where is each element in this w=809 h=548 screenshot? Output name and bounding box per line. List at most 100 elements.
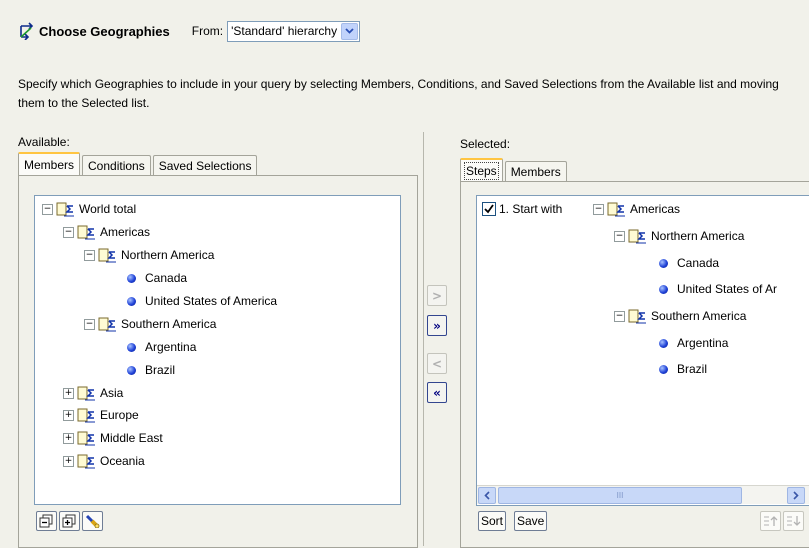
- move-up-button[interactable]: [760, 511, 781, 531]
- horizontal-scrollbar[interactable]: III: [477, 485, 809, 504]
- tab-selected-members-label: Members: [510, 165, 561, 179]
- dimension-member-icon: [77, 386, 95, 400]
- dimension-member-icon: [56, 202, 74, 216]
- leaf-bullet-icon: [127, 342, 136, 352]
- collapse-all-button[interactable]: [36, 511, 57, 531]
- leaf-bullet-icon: [127, 365, 136, 375]
- tab-steps[interactable]: Steps: [460, 158, 503, 182]
- tree-node-usa[interactable]: United States of America: [127, 292, 277, 310]
- tree-node-europe[interactable]: + Europe: [63, 406, 139, 424]
- tree-node-brazil[interactable]: Brazil: [127, 361, 175, 379]
- dimension-member-icon: [77, 408, 95, 422]
- collapse-toggle[interactable]: −: [593, 203, 604, 215]
- move-down-button[interactable]: [783, 511, 804, 531]
- expand-toggle[interactable]: +: [63, 409, 74, 421]
- selected-node-brazil[interactable]: Brazil: [659, 360, 707, 378]
- expand-all-icon: [62, 514, 76, 528]
- collapse-toggle[interactable]: −: [42, 203, 53, 215]
- dimension-member-icon: [77, 225, 95, 239]
- selected-tabs: Steps Members: [460, 158, 569, 182]
- step-checkbox[interactable]: [482, 202, 496, 216]
- expand-all-button[interactable]: [59, 511, 80, 531]
- scroll-right-button[interactable]: [787, 487, 805, 504]
- collapse-toggle[interactable]: −: [84, 249, 95, 261]
- selected-steps-list[interactable]: 1. Start with − Americas − Northern Amer…: [476, 195, 809, 506]
- scroll-left-button[interactable]: [478, 487, 496, 504]
- tree-node-label: Northern America: [121, 248, 215, 262]
- step-label: 1. Start with: [499, 202, 563, 216]
- selected-label: Selected:: [460, 137, 511, 151]
- tree-node-label: Argentina: [145, 340, 197, 354]
- collapse-toggle[interactable]: −: [614, 310, 625, 322]
- tab-members-label: Members: [24, 158, 75, 172]
- collapse-toggle[interactable]: −: [84, 318, 95, 330]
- check-icon: [484, 204, 494, 214]
- selected-node-southern-america[interactable]: − Southern America: [614, 307, 746, 325]
- add-all-button[interactable]: »: [427, 315, 447, 336]
- remove-button[interactable]: <: [427, 353, 447, 374]
- selected-node-canada[interactable]: Canada: [659, 254, 719, 272]
- move-down-icon: [787, 516, 801, 526]
- leaf-bullet-icon: [659, 364, 668, 374]
- hierarchy-select[interactable]: 'Standard' hierarchy: [227, 20, 361, 42]
- tree-node-southern-america[interactable]: − Southern America: [84, 315, 216, 333]
- tab-saved-selections[interactable]: Saved Selections: [152, 155, 258, 176]
- leaf-bullet-icon: [659, 284, 668, 294]
- selected-node-usa[interactable]: United States of Ar: [659, 280, 777, 298]
- collapse-all-icon: [39, 514, 53, 528]
- expand-toggle[interactable]: +: [63, 432, 74, 444]
- tree-node-americas[interactable]: − Americas: [63, 223, 150, 241]
- tree-node-label: Canada: [677, 256, 720, 270]
- selected-node-americas[interactable]: − Americas: [593, 200, 680, 218]
- tree-node-label: Canada: [145, 271, 188, 285]
- tree-node-label: Northern America: [651, 229, 745, 243]
- selected-node-argentina[interactable]: Argentina: [659, 334, 728, 352]
- header-row: Choose Geographies From: 'Standard' hier…: [18, 20, 361, 42]
- scroll-thumb[interactable]: III: [498, 487, 742, 504]
- dimension-member-icon: [77, 431, 95, 445]
- save-button[interactable]: Save: [514, 511, 548, 531]
- available-tree[interactable]: − World total − Americas − Northern Amer…: [34, 195, 401, 505]
- sort-button[interactable]: Sort: [478, 511, 507, 531]
- collapse-toggle[interactable]: −: [614, 230, 625, 242]
- selected-node-northern-america[interactable]: − Northern America: [614, 227, 744, 245]
- tree-node-label: Southern America: [121, 317, 217, 331]
- tree-node-argentina[interactable]: Argentina: [127, 338, 196, 356]
- tree-node-label: Americas: [630, 202, 681, 216]
- chevron-right-icon: [793, 491, 799, 500]
- tab-steps-label: Steps: [464, 162, 499, 180]
- flashlight-icon: [85, 514, 100, 528]
- tree-node-middle-east[interactable]: + Middle East: [63, 429, 163, 447]
- tree-node-label: World total: [79, 202, 137, 216]
- available-label: Available:: [18, 135, 70, 149]
- leaf-bullet-icon: [127, 296, 136, 306]
- dimension-member-icon: [628, 309, 646, 323]
- find-member-button[interactable]: [82, 511, 103, 531]
- step-row-start-with[interactable]: 1. Start with: [482, 200, 562, 218]
- tree-node-label: Brazil: [145, 363, 176, 377]
- hierarchy-dropdown-button[interactable]: [341, 22, 359, 40]
- tab-members[interactable]: Members: [18, 152, 81, 176]
- panel-divider: [423, 132, 424, 546]
- collapse-toggle[interactable]: −: [63, 226, 74, 238]
- tab-saved-selections-label: Saved Selections: [158, 159, 252, 173]
- expand-toggle[interactable]: +: [63, 387, 74, 399]
- move-up-icon: [764, 516, 778, 526]
- expand-toggle[interactable]: +: [63, 455, 74, 467]
- tree-node-oceania[interactable]: + Oceania: [63, 452, 145, 470]
- tree-node-label: Oceania: [100, 454, 145, 468]
- tree-node-asia[interactable]: + Asia: [63, 384, 123, 402]
- add-button[interactable]: >: [427, 285, 447, 306]
- dimension-member-icon: [98, 248, 116, 262]
- tree-node-world-total[interactable]: − World total: [42, 200, 136, 218]
- from-label: From:: [191, 24, 224, 38]
- tree-node-northern-america[interactable]: − Northern America: [84, 246, 214, 264]
- tab-selected-members[interactable]: Members: [504, 161, 567, 182]
- tree-node-label: Asia: [100, 386, 124, 400]
- leaf-bullet-icon: [659, 258, 668, 268]
- tree-node-label: Middle East: [100, 431, 163, 445]
- chevron-down-icon: [345, 28, 354, 34]
- remove-all-button[interactable]: «: [427, 382, 447, 403]
- tree-node-canada[interactable]: Canada: [127, 269, 187, 287]
- tab-conditions[interactable]: Conditions: [82, 155, 151, 176]
